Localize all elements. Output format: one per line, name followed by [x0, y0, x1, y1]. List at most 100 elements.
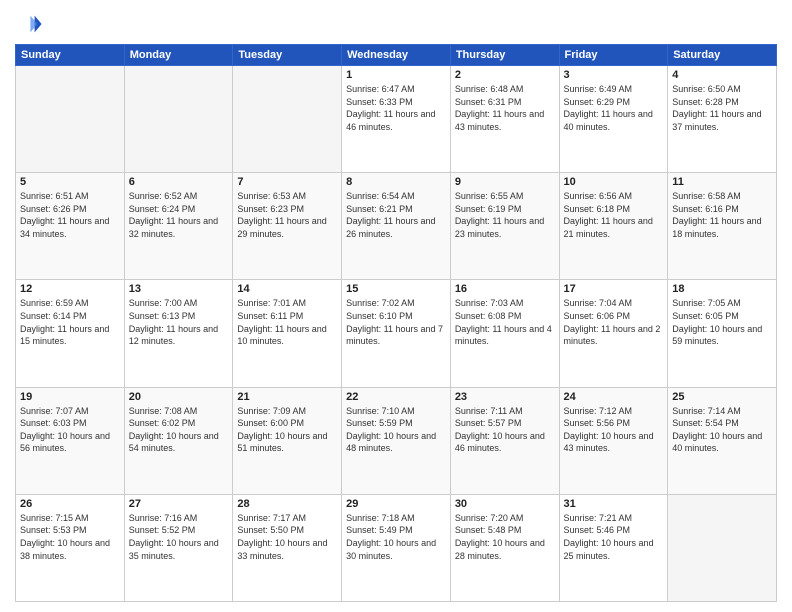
day-number: 17 [564, 283, 664, 295]
day-info: Sunrise: 6:50 AM Sunset: 6:28 PM Dayligh… [672, 83, 772, 133]
day-info: Sunrise: 7:21 AM Sunset: 5:46 PM Dayligh… [564, 512, 664, 562]
calendar-cell: 5 Sunrise: 6:51 AM Sunset: 6:26 PM Daylig… [16, 173, 125, 280]
calendar-cell: 11 Sunrise: 6:58 AM Sunset: 6:16 PM Dayli… [668, 173, 777, 280]
calendar-cell: 13 Sunrise: 7:00 AM Sunset: 6:13 PM Dayli… [124, 280, 233, 387]
day-number: 12 [20, 283, 120, 295]
day-number: 2 [455, 69, 555, 81]
day-number: 9 [455, 176, 555, 188]
day-number: 8 [346, 176, 446, 188]
day-info: Sunrise: 7:08 AM Sunset: 6:02 PM Dayligh… [129, 405, 229, 455]
day-number: 19 [20, 391, 120, 403]
day-info: Sunrise: 7:07 AM Sunset: 6:03 PM Dayligh… [20, 405, 120, 455]
day-info: Sunrise: 6:48 AM Sunset: 6:31 PM Dayligh… [455, 83, 555, 133]
day-number: 30 [455, 498, 555, 510]
calendar-table: SundayMondayTuesdayWednesdayThursdayFrid… [15, 44, 777, 602]
day-info: Sunrise: 7:05 AM Sunset: 6:05 PM Dayligh… [672, 297, 772, 347]
calendar-cell: 27Sunrise: 7:16 AM Sunset: 5:52 PM Dayli… [124, 494, 233, 601]
day-number: 24 [564, 391, 664, 403]
calendar-cell: 2 Sunrise: 6:48 AM Sunset: 6:31 PM Daylig… [450, 66, 559, 173]
day-number: 5 [20, 176, 120, 188]
calendar-cell: 14 Sunrise: 7:01 AM Sunset: 6:11 PM Dayli… [233, 280, 342, 387]
day-info: Sunrise: 7:14 AM Sunset: 5:54 PM Dayligh… [672, 405, 772, 455]
calendar-cell: 8 Sunrise: 6:54 AM Sunset: 6:21 PM Daylig… [342, 173, 451, 280]
day-number: 4 [672, 69, 772, 81]
day-info: Sunrise: 6:52 AM Sunset: 6:24 PM Dayligh… [129, 190, 229, 240]
calendar-cell: 30 Sunrise: 7:20 AM Sunset: 5:48 PM Dayli… [450, 494, 559, 601]
calendar-cell: 22 Sunrise: 7:10 AM Sunset: 5:59 PM Dayli… [342, 387, 451, 494]
calendar-cell: 24 Sunrise: 7:12 AM Sunset: 5:56 PM Dayli… [559, 387, 668, 494]
calendar-cell: 16 Sunrise: 7:03 AM Sunset: 6:08 PM Dayli… [450, 280, 559, 387]
day-info: Sunrise: 7:12 AM Sunset: 5:56 PM Dayligh… [564, 405, 664, 455]
day-number: 11 [672, 176, 772, 188]
weekday-header-monday: Monday [124, 45, 233, 66]
weekday-header-saturday: Saturday [668, 45, 777, 66]
calendar-cell: 21Sunrise: 7:09 AM Sunset: 6:00 PM Dayli… [233, 387, 342, 494]
day-number: 26 [20, 498, 120, 510]
day-info: Sunrise: 7:04 AM Sunset: 6:06 PM Dayligh… [564, 297, 664, 347]
calendar-cell: 28Sunrise: 7:17 AM Sunset: 5:50 PM Dayli… [233, 494, 342, 601]
day-info: Sunrise: 7:11 AM Sunset: 5:57 PM Dayligh… [455, 405, 555, 455]
day-info: Sunrise: 6:49 AM Sunset: 6:29 PM Dayligh… [564, 83, 664, 133]
week-row-5: 26Sunrise: 7:15 AM Sunset: 5:53 PM Dayli… [16, 494, 777, 601]
calendar-cell [124, 66, 233, 173]
logo [15, 10, 49, 38]
header [15, 10, 777, 38]
weekday-header-thursday: Thursday [450, 45, 559, 66]
day-number: 31 [564, 498, 664, 510]
calendar-cell: 20 Sunrise: 7:08 AM Sunset: 6:02 PM Dayli… [124, 387, 233, 494]
calendar-cell: 12 Sunrise: 6:59 AM Sunset: 6:14 PM Dayli… [16, 280, 125, 387]
day-number: 6 [129, 176, 229, 188]
day-info: Sunrise: 7:18 AM Sunset: 5:49 PM Dayligh… [346, 512, 446, 562]
calendar-cell: 29 Sunrise: 7:18 AM Sunset: 5:49 PM Dayli… [342, 494, 451, 601]
day-info: Sunrise: 6:47 AM Sunset: 6:33 PM Dayligh… [346, 83, 446, 133]
calendar-cell: 4 Sunrise: 6:50 AM Sunset: 6:28 PM Daylig… [668, 66, 777, 173]
calendar-cell: 26Sunrise: 7:15 AM Sunset: 5:53 PM Dayli… [16, 494, 125, 601]
week-row-1: 1 Sunrise: 6:47 AM Sunset: 6:33 PM Daylig… [16, 66, 777, 173]
day-info: Sunrise: 7:00 AM Sunset: 6:13 PM Dayligh… [129, 297, 229, 347]
calendar-cell: 7 Sunrise: 6:53 AM Sunset: 6:23 PM Daylig… [233, 173, 342, 280]
day-number: 22 [346, 391, 446, 403]
calendar-cell: 17 Sunrise: 7:04 AM Sunset: 6:06 PM Dayli… [559, 280, 668, 387]
calendar-cell [16, 66, 125, 173]
day-number: 16 [455, 283, 555, 295]
day-info: Sunrise: 6:54 AM Sunset: 6:21 PM Dayligh… [346, 190, 446, 240]
calendar-cell [668, 494, 777, 601]
day-number: 21 [237, 391, 337, 403]
day-info: Sunrise: 6:59 AM Sunset: 6:14 PM Dayligh… [20, 297, 120, 347]
weekday-header-row: SundayMondayTuesdayWednesdayThursdayFrid… [16, 45, 777, 66]
day-info: Sunrise: 6:53 AM Sunset: 6:23 PM Dayligh… [237, 190, 337, 240]
day-number: 13 [129, 283, 229, 295]
day-number: 10 [564, 176, 664, 188]
calendar-cell: 9 Sunrise: 6:55 AM Sunset: 6:19 PM Daylig… [450, 173, 559, 280]
day-number: 14 [237, 283, 337, 295]
day-number: 7 [237, 176, 337, 188]
calendar-cell: 15Sunrise: 7:02 AM Sunset: 6:10 PM Dayli… [342, 280, 451, 387]
week-row-4: 19 Sunrise: 7:07 AM Sunset: 6:03 PM Dayli… [16, 387, 777, 494]
day-info: Sunrise: 7:03 AM Sunset: 6:08 PM Dayligh… [455, 297, 555, 347]
day-number: 1 [346, 69, 446, 81]
calendar-cell: 18 Sunrise: 7:05 AM Sunset: 6:05 PM Dayli… [668, 280, 777, 387]
day-info: Sunrise: 7:10 AM Sunset: 5:59 PM Dayligh… [346, 405, 446, 455]
day-number: 18 [672, 283, 772, 295]
day-info: Sunrise: 7:17 AM Sunset: 5:50 PM Dayligh… [237, 512, 337, 562]
day-info: Sunrise: 7:20 AM Sunset: 5:48 PM Dayligh… [455, 512, 555, 562]
day-number: 23 [455, 391, 555, 403]
calendar-cell: 19 Sunrise: 7:07 AM Sunset: 6:03 PM Dayli… [16, 387, 125, 494]
day-number: 15 [346, 283, 446, 295]
day-info: Sunrise: 6:58 AM Sunset: 6:16 PM Dayligh… [672, 190, 772, 240]
calendar-cell: 23 Sunrise: 7:11 AM Sunset: 5:57 PM Dayli… [450, 387, 559, 494]
logo-icon [15, 10, 43, 38]
day-info: Sunrise: 7:01 AM Sunset: 6:11 PM Dayligh… [237, 297, 337, 347]
calendar-cell: 25Sunrise: 7:14 AM Sunset: 5:54 PM Dayli… [668, 387, 777, 494]
day-number: 29 [346, 498, 446, 510]
day-info: Sunrise: 6:55 AM Sunset: 6:19 PM Dayligh… [455, 190, 555, 240]
day-number: 27 [129, 498, 229, 510]
day-number: 20 [129, 391, 229, 403]
page: SundayMondayTuesdayWednesdayThursdayFrid… [0, 0, 792, 612]
weekday-header-friday: Friday [559, 45, 668, 66]
weekday-header-tuesday: Tuesday [233, 45, 342, 66]
week-row-3: 12 Sunrise: 6:59 AM Sunset: 6:14 PM Dayli… [16, 280, 777, 387]
day-number: 3 [564, 69, 664, 81]
day-info: Sunrise: 6:51 AM Sunset: 6:26 PM Dayligh… [20, 190, 120, 240]
calendar-cell: 1 Sunrise: 6:47 AM Sunset: 6:33 PM Daylig… [342, 66, 451, 173]
